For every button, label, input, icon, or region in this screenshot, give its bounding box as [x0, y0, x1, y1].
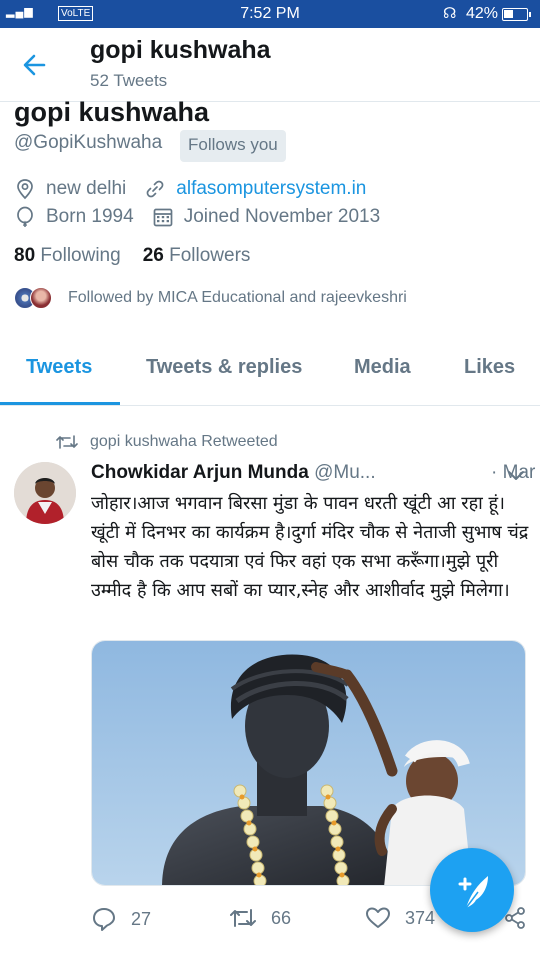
- chevron-down-icon[interactable]: [505, 466, 527, 484]
- active-tab-indicator: [0, 402, 120, 405]
- balloon-icon: [17, 206, 33, 227]
- tab-tweets[interactable]: Tweets: [26, 356, 92, 379]
- calendar-icon: [153, 208, 173, 227]
- profile-born: Born 1994: [46, 206, 134, 227]
- back-arrow-icon[interactable]: [18, 48, 52, 82]
- profile-website-link[interactable]: alfasomputersystem.in: [176, 178, 366, 200]
- profile-tabs: Tweets Tweets & replies Media Likes: [0, 340, 540, 406]
- profile-joined: Joined November 2013: [183, 206, 381, 227]
- profile-header: gopi kushwaha 52 Tweets: [0, 28, 540, 102]
- tab-media[interactable]: Media: [354, 356, 411, 379]
- avatar: [30, 287, 52, 309]
- tweet-author-handle[interactable]: @Mu...: [314, 462, 376, 483]
- retweet-icon: [230, 909, 256, 927]
- profile-location: new delhi: [46, 178, 127, 199]
- follows-you-badge: Follows you: [180, 130, 286, 162]
- reply-icon: [93, 908, 115, 931]
- heart-icon: [366, 907, 390, 928]
- tweet-author-avatar[interactable]: [14, 462, 76, 524]
- tweet-author-name[interactable]: Chowkidar Arjun Munda: [91, 462, 309, 483]
- tweet-text: जोहार।आज भगवान बिरसा मुंडा के पावन धरती …: [91, 493, 529, 601]
- retweet-count: 66: [271, 907, 292, 928]
- location-pin-icon: [17, 179, 33, 200]
- profile-meta-row-1: new delhi alfasomputersystem.in: [14, 175, 366, 203]
- retweet-button[interactable]: 66: [229, 906, 291, 930]
- status-bar: ▂▄▆ VoLTE 7:52 PM ☊ 42%: [0, 0, 540, 28]
- like-button[interactable]: 374: [365, 906, 435, 930]
- profile-name: gopi kushwaha: [14, 97, 210, 127]
- tweet-header: Chowkidar Arjun Munda @Mu... · Mar 28: [91, 462, 540, 488]
- following-link[interactable]: 80 Following: [14, 245, 121, 266]
- link-icon: [146, 180, 164, 198]
- retweet-small-icon: [56, 435, 78, 449]
- compose-tweet-button[interactable]: [430, 848, 514, 932]
- retweet-context: gopi kushwaha Retweeted: [56, 430, 278, 454]
- reply-count: 27: [131, 908, 152, 929]
- followed-by-row[interactable]: Followed by MICA Educational and rajeevk…: [14, 284, 407, 312]
- follow-counts: 80 Following 26 Followers: [14, 245, 250, 267]
- battery-icon: [502, 8, 531, 21]
- profile-meta-row-2: Born 1994 Joined November 2013: [14, 203, 380, 231]
- headset-icon: ☊: [443, 5, 457, 22]
- tab-tweets-replies[interactable]: Tweets & replies: [146, 356, 302, 379]
- followers-label: Followers: [169, 245, 251, 266]
- profile-handle: @GopiKushwaha: [14, 132, 163, 153]
- tab-likes[interactable]: Likes: [464, 356, 515, 379]
- following-count: 80: [14, 245, 36, 266]
- retweet-label: gopi kushwaha Retweeted: [90, 433, 278, 450]
- status-time: 7:52 PM: [240, 5, 300, 22]
- tweets-count: 52 Tweets: [90, 71, 168, 90]
- header-title: gopi kushwaha: [90, 36, 271, 64]
- followers-link[interactable]: 26 Followers: [143, 245, 251, 266]
- reply-button[interactable]: 27: [91, 906, 151, 932]
- following-label: Following: [40, 245, 121, 266]
- followers-count: 26: [142, 245, 164, 266]
- followed-by-text: Followed by MICA Educational and rajeevk…: [68, 289, 407, 306]
- battery-percent: 42%: [466, 5, 499, 22]
- compose-feather-icon: [458, 876, 488, 909]
- follower-avatars: [14, 285, 54, 311]
